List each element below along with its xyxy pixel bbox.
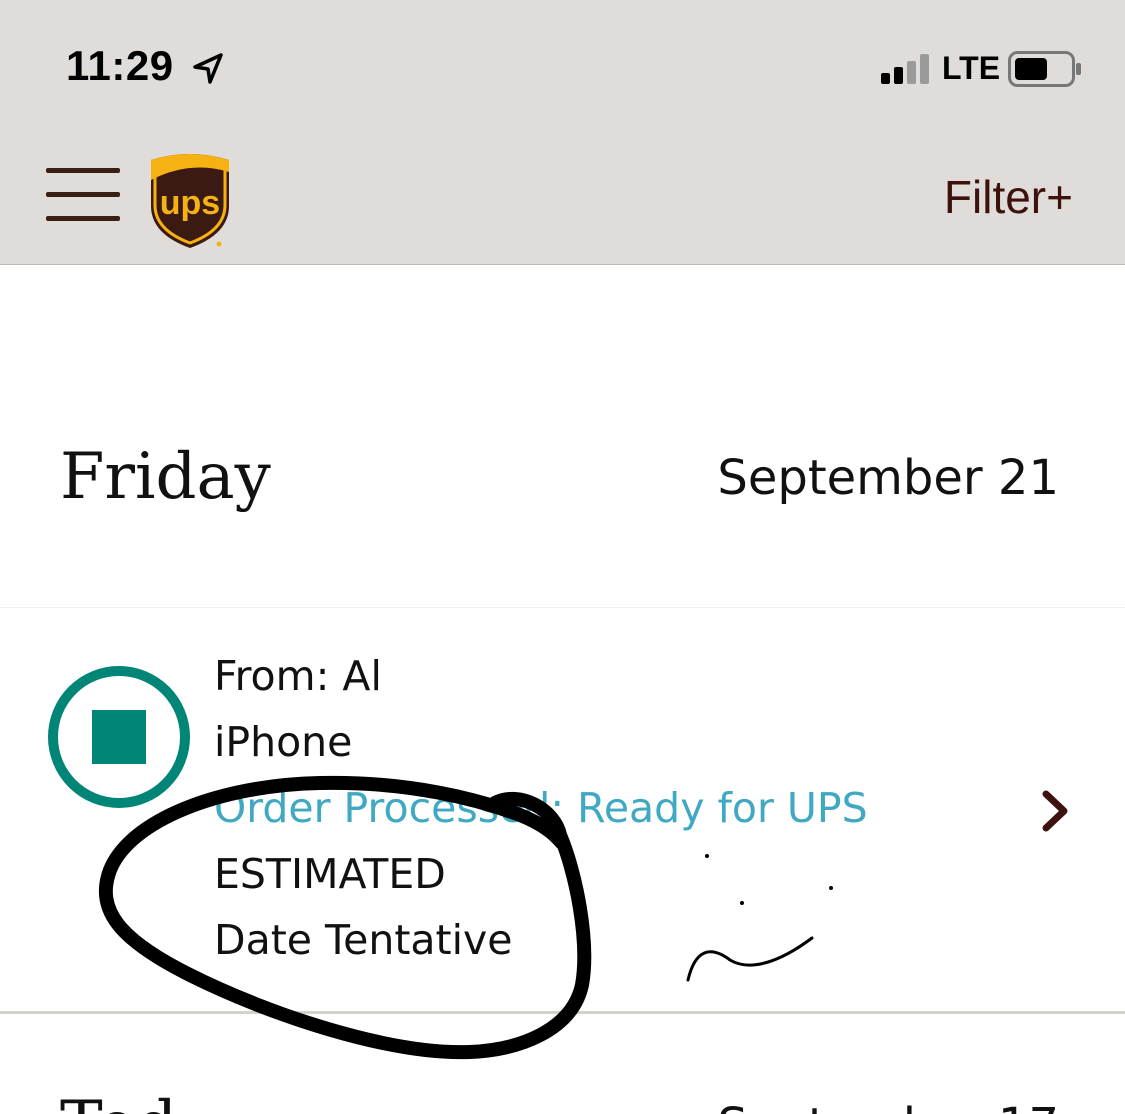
network-type-label: LTE bbox=[942, 50, 1001, 86]
estimated-label: ESTIMATED bbox=[214, 850, 446, 898]
date-heading: September 21 bbox=[717, 450, 1059, 506]
ups-logo: ups bbox=[151, 154, 229, 248]
section-divider bbox=[0, 1011, 1125, 1014]
filter-button[interactable]: Filter+ bbox=[944, 170, 1073, 224]
svg-text:ups: ups bbox=[160, 184, 220, 222]
chevron-right-icon[interactable] bbox=[1036, 786, 1076, 836]
location-arrow-icon bbox=[193, 53, 223, 84]
shipment-status-text: Order Processed: Ready for UPS bbox=[214, 784, 868, 832]
hamburger-menu-icon[interactable] bbox=[46, 166, 122, 226]
day-heading: Friday bbox=[60, 440, 271, 514]
status-time: 11:29 bbox=[66, 42, 174, 89]
cellular-signal-icon bbox=[881, 54, 929, 84]
delivery-date-note: Date Tentative bbox=[214, 916, 513, 964]
shipment-description: iPhone bbox=[214, 718, 353, 766]
shipment-sender: From: Al bbox=[214, 652, 382, 700]
date-heading: September 17 bbox=[717, 1098, 1059, 1114]
ups-app-screen: 11:29 LTE ups Filter+ Friday September 2… bbox=[0, 0, 1125, 1114]
shipment-status-icon bbox=[48, 666, 190, 808]
header-divider bbox=[0, 264, 1125, 265]
day-heading: Tod bbox=[60, 1088, 177, 1114]
battery-icon bbox=[1008, 51, 1081, 87]
